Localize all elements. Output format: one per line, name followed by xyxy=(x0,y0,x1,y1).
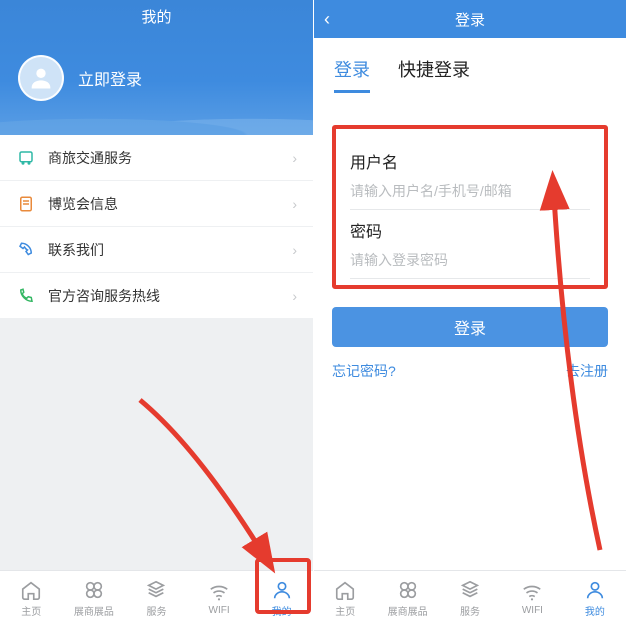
page-title: 我的 xyxy=(0,6,313,27)
menu-item-bus[interactable]: 商旅交通服务 › xyxy=(0,135,313,181)
login-button[interactable]: 登录 xyxy=(332,307,608,347)
page-title: 登录 xyxy=(455,9,485,30)
tabbar-exhibit[interactable]: 展商展品 xyxy=(376,571,438,626)
login-tabs: 登录 快捷登录 xyxy=(314,38,626,103)
forgot-password-link[interactable]: 忘记密码? xyxy=(332,361,396,381)
tabbar-service[interactable]: 服务 xyxy=(125,571,188,626)
tabbar-label: 我的 xyxy=(585,603,605,618)
menu-item-label: 联系我们 xyxy=(48,240,104,260)
password-input[interactable] xyxy=(350,242,590,279)
tabbar-label: WIFI xyxy=(209,605,230,616)
tabbar-label: 展商展品 xyxy=(388,603,428,618)
bus-icon xyxy=(16,148,36,168)
header-login: ‹ 登录 xyxy=(314,0,626,38)
screen-mine: 我的 立即登录 商旅交通服务 › 博览会信息 › 联系我们 › 官方咨询服务热线… xyxy=(0,0,313,626)
mine-icon xyxy=(584,579,606,601)
call-icon xyxy=(16,286,36,306)
tabbar-label: 服务 xyxy=(460,603,480,618)
menu-item-phone[interactable]: 联系我们 › xyxy=(0,227,313,273)
login-form-highlight: 用户名 密码 xyxy=(332,125,608,289)
screen-login: ‹ 登录 登录 快捷登录 用户名 密码 登录 忘记密码? 去注册 xyxy=(313,0,626,626)
chevron-right-icon: › xyxy=(292,196,297,212)
menu-item-doc[interactable]: 博览会信息 › xyxy=(0,181,313,227)
wifi-icon xyxy=(521,581,543,603)
tabbar-label: 主页 xyxy=(335,603,355,618)
register-link[interactable]: 去注册 xyxy=(566,361,608,381)
menu-item-label: 博览会信息 xyxy=(48,194,118,214)
exhibit-icon xyxy=(397,579,419,601)
bottom-tabbar: 主页 展商展品 服务 WIFI 我的 xyxy=(0,570,313,626)
home-icon xyxy=(334,579,356,601)
login-cta[interactable]: 立即登录 xyxy=(18,55,142,101)
tabbar-label: WIFI xyxy=(522,605,543,616)
tabbar-label: 主页 xyxy=(21,603,41,618)
login-cta-label: 立即登录 xyxy=(78,66,142,90)
service-icon xyxy=(459,579,481,601)
header-mine: 我的 立即登录 xyxy=(0,0,313,135)
menu-list: 商旅交通服务 › 博览会信息 › 联系我们 › 官方咨询服务热线 › xyxy=(0,135,313,319)
wifi-icon xyxy=(208,581,230,603)
tabbar-home[interactable]: 主页 xyxy=(314,571,376,626)
tab-quick-login[interactable]: 快捷登录 xyxy=(398,56,470,93)
back-button[interactable]: ‹ xyxy=(324,0,330,38)
menu-item-call[interactable]: 官方咨询服务热线 › xyxy=(0,273,313,319)
avatar-icon xyxy=(18,55,64,101)
password-label: 密码 xyxy=(350,218,590,242)
header-wave-decoration xyxy=(0,113,313,135)
tabbar-exhibit[interactable]: 展商展品 xyxy=(63,571,126,626)
tabbar-mine[interactable]: 我的 xyxy=(564,571,626,626)
username-label: 用户名 xyxy=(350,149,590,173)
menu-item-label: 商旅交通服务 xyxy=(48,148,132,168)
tab-login[interactable]: 登录 xyxy=(334,56,370,93)
tabbar-wifi[interactable]: WIFI xyxy=(501,571,563,626)
service-icon xyxy=(145,579,167,601)
tabbar-mine[interactable]: 我的 xyxy=(250,571,313,626)
exhibit-icon xyxy=(83,579,105,601)
empty-body xyxy=(0,319,313,570)
doc-icon xyxy=(16,194,36,214)
tabbar-service[interactable]: 服务 xyxy=(439,571,501,626)
username-input[interactable] xyxy=(350,173,590,210)
phone-icon xyxy=(16,240,36,260)
tabbar-label: 我的 xyxy=(272,603,292,618)
chevron-right-icon: › xyxy=(292,150,297,166)
bottom-tabbar: 主页 展商展品 服务 WIFI 我的 xyxy=(314,570,626,626)
tabbar-home[interactable]: 主页 xyxy=(0,571,63,626)
chevron-right-icon: › xyxy=(292,288,297,304)
tabbar-wifi[interactable]: WIFI xyxy=(188,571,251,626)
tabbar-label: 服务 xyxy=(146,603,166,618)
chevron-right-icon: › xyxy=(292,242,297,258)
menu-item-label: 官方咨询服务热线 xyxy=(48,286,160,306)
mine-icon xyxy=(271,579,293,601)
tabbar-label: 展商展品 xyxy=(74,603,114,618)
home-icon xyxy=(20,579,42,601)
